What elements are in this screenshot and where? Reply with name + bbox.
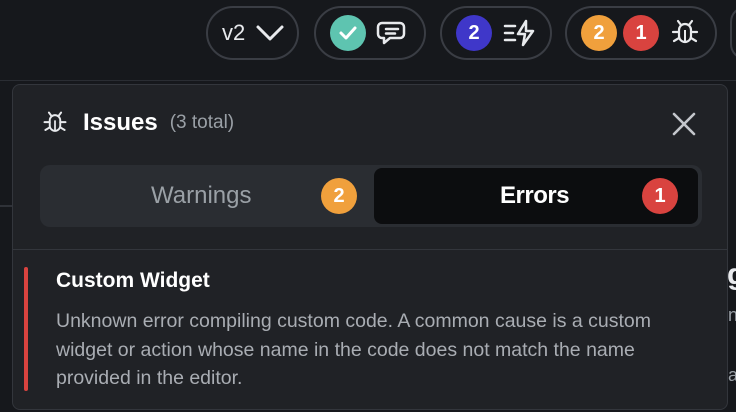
chat-icon (376, 18, 410, 48)
issue-type-tabs: Warnings 2 Errors 1 (40, 165, 702, 227)
panel-title: Issues (83, 109, 158, 136)
tab-errors[interactable]: Errors 1 (374, 168, 698, 224)
issue-title: Custom Widget (56, 269, 210, 292)
issues-button[interactable]: 2 1 (565, 6, 717, 60)
chevron-down-icon (255, 23, 285, 43)
issues-total-count: (3 total) (169, 112, 235, 133)
warnings-tab-count-badge: 2 (321, 178, 357, 214)
errors-tab-count-badge: 1 (642, 178, 678, 214)
errors-count-badge: 1 (623, 15, 659, 51)
panel-divider (13, 249, 727, 250)
close-icon (672, 112, 696, 136)
panel-header: Issues (3 total) (41, 109, 234, 137)
actions-button[interactable]: 2 (440, 6, 552, 60)
background-partial-heading: g (727, 258, 736, 292)
version-selector[interactable]: v2 (206, 6, 299, 60)
version-label: v2 (222, 20, 246, 45)
tab-warnings-label: Warnings (151, 182, 252, 209)
issues-panel: Issues (3 total) Warnings 2 Errors 1 Cus… (12, 84, 728, 410)
issue-item[interactable]: Custom Widget Unknown error compiling cu… (13, 251, 727, 409)
close-button[interactable] (671, 111, 697, 137)
check-icon (330, 15, 366, 51)
background-partial-text: n (728, 305, 736, 325)
bug-icon (669, 17, 701, 49)
tab-warnings[interactable]: Warnings 2 (43, 168, 371, 224)
status-chat-button[interactable] (314, 6, 426, 60)
tab-errors-label: Errors (500, 182, 570, 209)
background-divider (0, 205, 12, 207)
issue-message: Unknown error compiling custom code. A c… (56, 310, 652, 389)
background-partial-text: a (728, 365, 736, 385)
error-severity-indicator (24, 267, 28, 391)
actions-count-badge: 2 (456, 15, 492, 51)
action-list-lightning-icon (502, 18, 538, 48)
warnings-count-badge: 2 (581, 15, 617, 51)
toolbar-divider (0, 80, 736, 81)
bug-icon (41, 109, 69, 137)
